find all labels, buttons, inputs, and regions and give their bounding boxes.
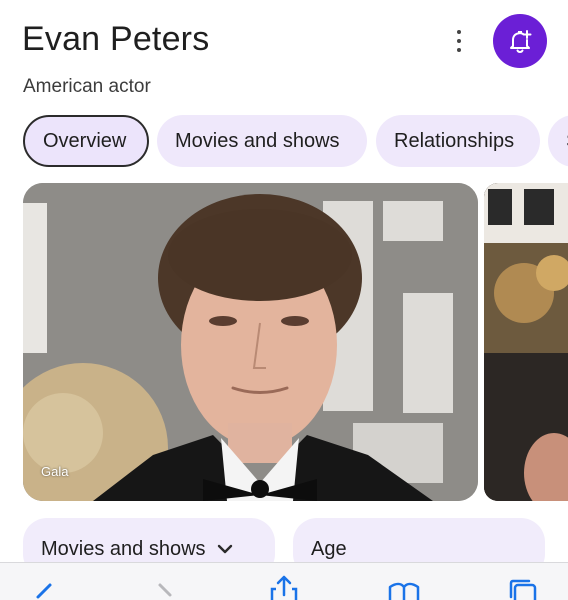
tab-bar: Overview Movies and shows Relationships … [23,115,568,167]
main-photo[interactable]: Gala [23,183,478,501]
card-label: Movies and shows [41,538,206,560]
photo-caption: Gala [41,464,69,479]
forward-icon[interactable] [148,575,184,600]
browser-toolbar [0,562,568,600]
chevron-down-icon [217,544,232,554]
kebab-dot [457,48,461,52]
tab-overview[interactable]: Overview [23,115,149,167]
kebab-dot [457,30,461,34]
follow-notifications-button[interactable] [493,14,547,68]
tab-relationships[interactable]: Relationships [376,115,540,167]
more-options-button[interactable] [448,28,470,54]
card-label: Age [311,538,347,560]
share-icon[interactable] [266,575,302,600]
tab-partial[interactable]: S [548,115,568,167]
back-icon[interactable] [28,575,64,600]
bell-plus-icon [510,30,532,54]
kebab-dot [457,39,461,43]
page-title: Evan Peters [22,20,210,58]
bookmarks-icon[interactable] [386,575,422,600]
photo-illustration [23,183,478,501]
tabs-icon[interactable] [505,575,541,600]
page-subtitle: American actor [23,76,151,97]
tab-movies-and-shows[interactable]: Movies and shows [157,115,367,167]
secondary-photo[interactable] [484,183,568,501]
secondary-photo-illustration [484,183,568,501]
